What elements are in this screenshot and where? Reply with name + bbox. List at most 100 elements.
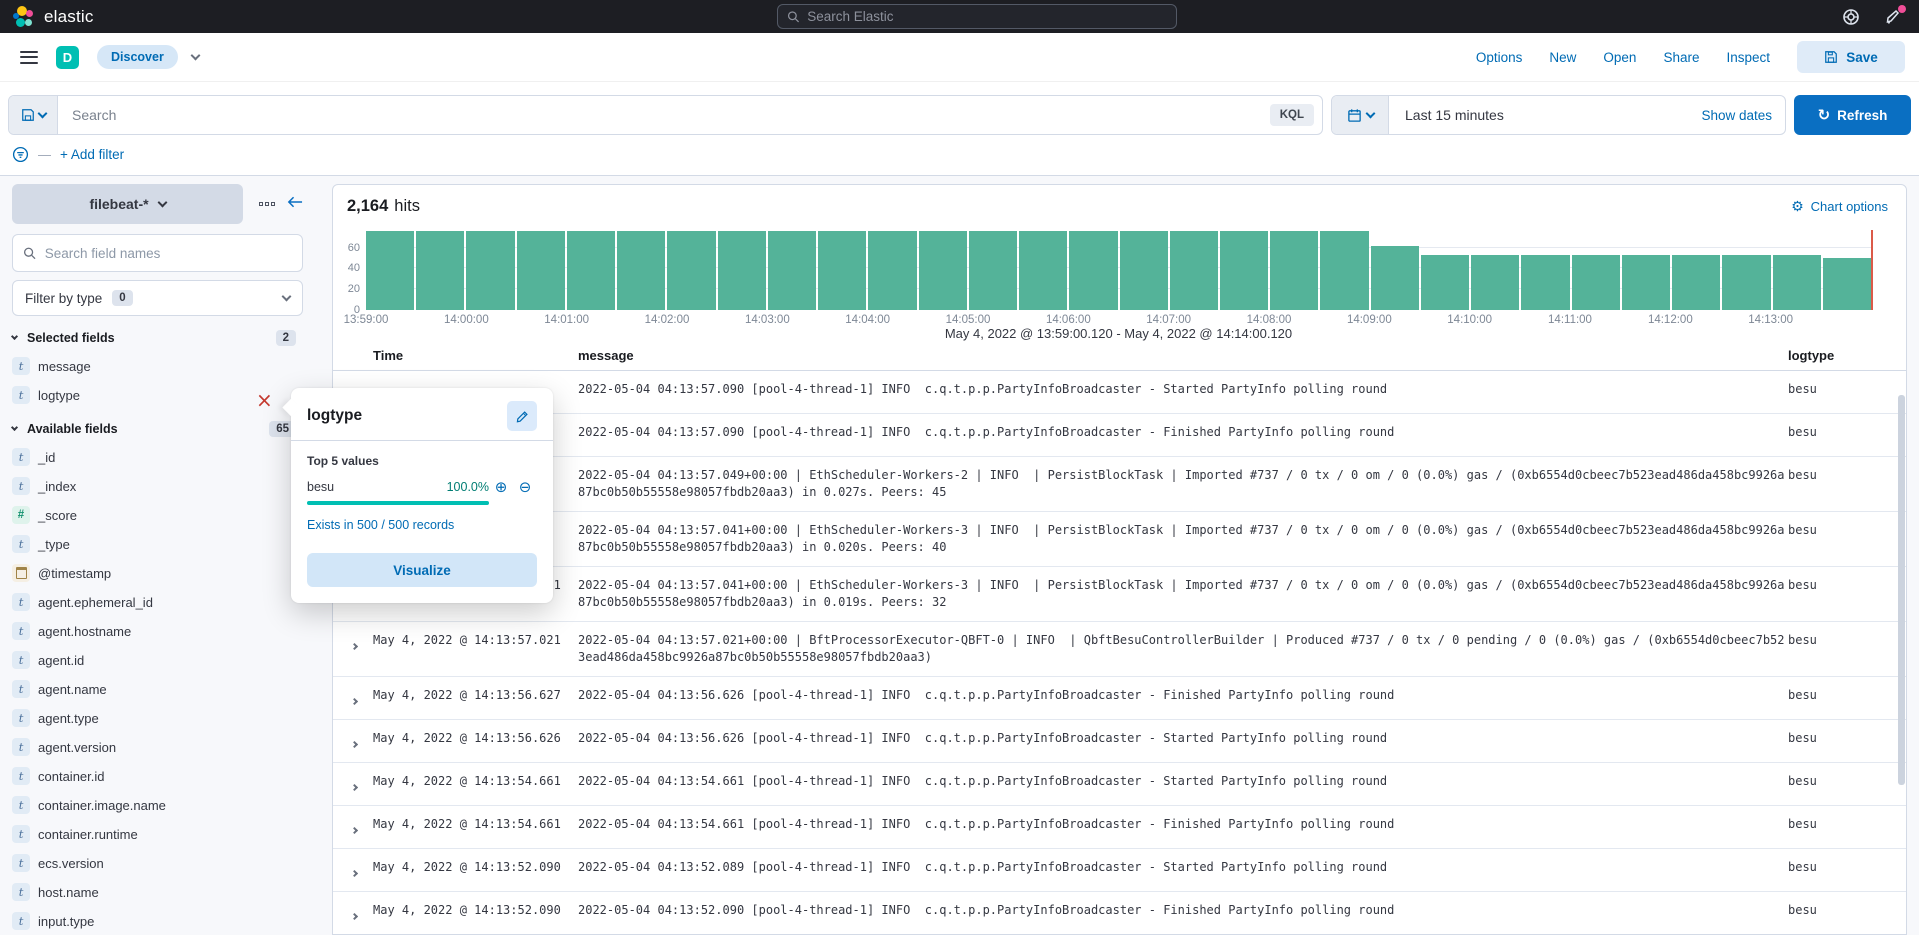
field-item[interactable]: t container.runtime — [12, 824, 303, 844]
filter-for-value-button[interactable]: ⊕ — [489, 478, 513, 496]
saved-query-menu-button[interactable] — [9, 96, 58, 134]
expand-row-button[interactable] — [352, 820, 373, 838]
field-name: agent.name — [38, 682, 107, 697]
add-filter-button[interactable]: + Add filter — [60, 147, 124, 162]
field-item[interactable]: t ecs.version — [12, 853, 303, 873]
histogram-bar[interactable] — [868, 231, 916, 310]
index-pattern-button[interactable]: filebeat-* — [12, 184, 243, 224]
appbar-action-link[interactable]: Open — [1603, 50, 1636, 65]
field-item[interactable]: t container.id — [12, 766, 303, 786]
selected-fields-header[interactable]: Selected fields 2 — [12, 330, 296, 346]
field-search[interactable] — [12, 234, 303, 272]
global-search[interactable] — [777, 4, 1177, 29]
appbar-action-link[interactable]: New — [1549, 50, 1576, 65]
elastic-logo[interactable]: elastic — [0, 6, 94, 28]
histogram-bar[interactable] — [1471, 255, 1519, 310]
column-header-message[interactable]: message — [578, 348, 1788, 363]
field-item[interactable]: t host.name — [12, 882, 303, 902]
filter-by-type-select[interactable]: Filter by type 0 — [12, 280, 303, 316]
chart-options-button[interactable]: ⚙ Chart options — [1791, 199, 1888, 215]
histogram-bar[interactable] — [567, 231, 615, 310]
field-item[interactable]: t _index — [12, 476, 303, 496]
histogram-bar[interactable] — [768, 231, 816, 310]
field-item[interactable]: t input.type — [12, 911, 303, 931]
histogram-bar[interactable] — [1622, 255, 1670, 310]
kql-badge[interactable]: KQL — [1270, 104, 1314, 126]
histogram-bar[interactable] — [1672, 255, 1720, 310]
expand-row-button[interactable] — [352, 906, 373, 924]
expand-row-button[interactable] — [352, 691, 373, 709]
histogram-bar[interactable] — [1220, 231, 1268, 310]
show-dates-button[interactable]: Show dates — [1701, 108, 1785, 123]
histogram-bar[interactable] — [466, 231, 514, 310]
field-item[interactable]: t container.image.name — [12, 795, 303, 815]
appbar-action-link[interactable]: Inspect — [1726, 50, 1770, 65]
column-header-time[interactable]: Time — [373, 348, 578, 363]
appbar-action-link[interactable]: Options — [1476, 50, 1523, 65]
field-item[interactable]: @timestamp — [12, 563, 303, 583]
histogram-bar[interactable] — [1521, 255, 1569, 310]
histogram-bar[interactable] — [1421, 255, 1469, 310]
histogram-bar[interactable] — [1773, 255, 1821, 310]
histogram-bar[interactable] — [1823, 258, 1871, 310]
expand-row-button[interactable] — [352, 636, 373, 654]
field-settings-icon[interactable] — [259, 202, 275, 206]
field-item[interactable]: t agent.type — [12, 708, 303, 728]
histogram-bar[interactable] — [1270, 231, 1318, 310]
filter-icon[interactable] — [12, 146, 29, 163]
field-item[interactable]: t agent.name — [12, 679, 303, 699]
histogram-bar[interactable] — [1371, 246, 1419, 310]
collapse-sidebar-icon[interactable] — [286, 195, 303, 214]
histogram-bar[interactable] — [1320, 231, 1368, 310]
histogram-bar[interactable] — [818, 231, 866, 310]
histogram-plot[interactable] — [366, 230, 1871, 310]
field-item[interactable]: t _id — [12, 447, 303, 467]
histogram-bar[interactable] — [1120, 231, 1168, 310]
field-item[interactable]: t agent.id — [12, 650, 303, 670]
histogram-bar[interactable] — [1069, 231, 1117, 310]
visualize-button[interactable]: Visualize — [307, 553, 537, 587]
histogram-bar[interactable] — [919, 231, 967, 310]
time-range-value[interactable]: Last 15 minutes — [1389, 107, 1701, 123]
histogram-bar[interactable] — [1572, 255, 1620, 310]
query-input[interactable] — [58, 107, 1270, 123]
menu-icon[interactable] — [20, 51, 38, 64]
histogram-bar[interactable] — [617, 231, 665, 310]
help-icon[interactable] — [1842, 8, 1860, 26]
histogram-bar[interactable] — [667, 231, 715, 310]
chevron-down-icon[interactable] — [190, 51, 200, 61]
expand-row-button[interactable] — [352, 777, 373, 795]
appbar-action-link[interactable]: Share — [1663, 50, 1699, 65]
field-item[interactable]: t agent.hostname — [12, 621, 303, 641]
histogram-bar[interactable] — [1722, 255, 1770, 310]
field-item[interactable]: t agent.version — [12, 737, 303, 757]
save-button[interactable]: Save — [1797, 41, 1905, 73]
expand-row-button[interactable] — [352, 734, 373, 752]
histogram-bar[interactable] — [1019, 231, 1067, 310]
refresh-button[interactable]: ↻ Refresh — [1794, 95, 1911, 135]
field-item[interactable]: t _type — [12, 534, 303, 554]
filter-out-value-button[interactable]: ⊖ — [513, 478, 537, 496]
histogram-bar[interactable] — [517, 231, 565, 310]
histogram-bar[interactable] — [969, 231, 1017, 310]
breadcrumb[interactable]: Discover — [97, 45, 178, 69]
exists-in-records-link[interactable]: Exists in 500 / 500 records — [307, 518, 454, 532]
date-picker-menu-button[interactable] — [1332, 96, 1389, 134]
global-search-input[interactable] — [807, 9, 1167, 24]
field-item[interactable]: t message — [12, 356, 303, 376]
histogram-bar[interactable] — [1170, 231, 1218, 310]
newsfeed-icon[interactable] — [1885, 8, 1903, 26]
expand-row-button[interactable] — [352, 863, 373, 881]
histogram-bar[interactable] — [366, 231, 414, 310]
column-header-logtype[interactable]: logtype — [1788, 348, 1906, 363]
field-item[interactable]: t agent.ephemeral_id — [12, 592, 303, 612]
histogram-bar[interactable] — [416, 231, 464, 310]
remove-field-icon[interactable]: × — [256, 390, 273, 410]
field-item[interactable]: # _score — [12, 505, 303, 525]
histogram-bar[interactable] — [718, 231, 766, 310]
field-search-input[interactable] — [45, 246, 292, 261]
available-fields-header[interactable]: Available fields 65 — [12, 421, 296, 437]
field-type-icon: t — [12, 738, 30, 756]
table-scrollbar[interactable] — [1898, 395, 1905, 785]
edit-field-button[interactable] — [507, 401, 537, 431]
